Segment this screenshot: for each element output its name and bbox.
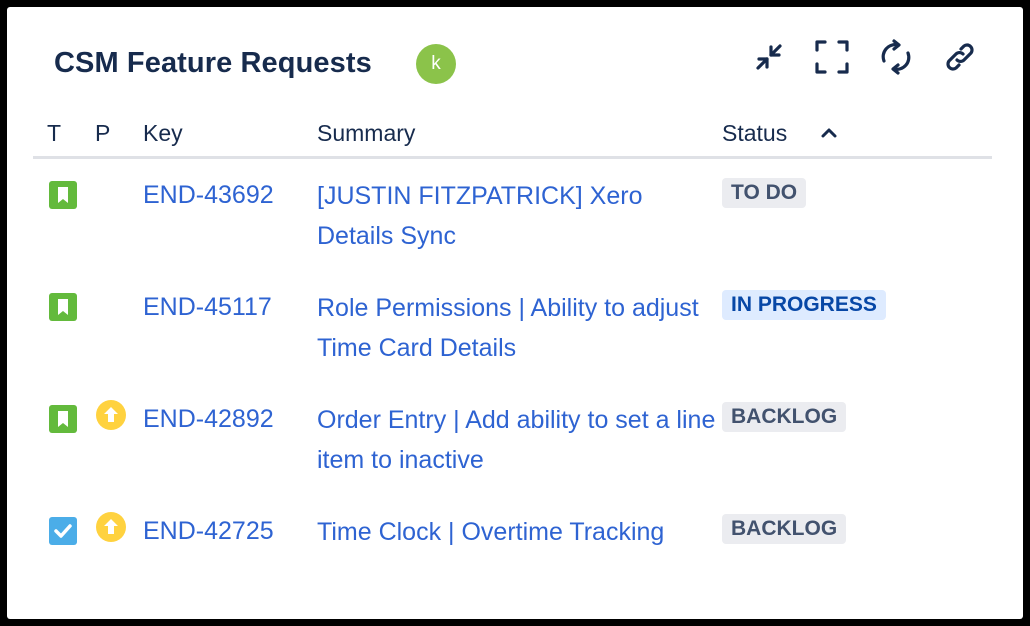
column-header-priority[interactable]: P xyxy=(95,120,110,147)
issue-summary-link[interactable]: Order Entry | Add ability to set a line … xyxy=(317,400,717,480)
table-row: END-43692 [JUSTIN FITZPATRICK] Xero Deta… xyxy=(7,159,1023,271)
story-icon xyxy=(49,181,77,209)
link-icon[interactable] xyxy=(940,37,980,77)
refresh-icon[interactable] xyxy=(876,37,916,77)
table-row: END-42725 Time Clock | Overtime Tracking… xyxy=(7,495,1023,607)
status-badge: BACKLOG xyxy=(722,402,847,432)
status-badge: BACKLOG xyxy=(722,514,847,544)
user-avatar[interactable]: k xyxy=(416,44,456,84)
table-row: END-45117 Role Permissions | Ability to … xyxy=(7,271,1023,383)
table-row: END-42892 Order Entry | Add ability to s… xyxy=(7,383,1023,495)
column-header-key[interactable]: Key xyxy=(143,120,183,147)
issue-key-link[interactable]: END-45117 xyxy=(143,293,272,322)
story-icon xyxy=(49,405,77,433)
task-icon xyxy=(49,517,77,545)
status-badge: TO DO xyxy=(722,178,807,208)
column-header-summary[interactable]: Summary xyxy=(317,120,415,147)
collapse-icon[interactable] xyxy=(749,37,789,77)
issue-key-link[interactable]: END-43692 xyxy=(143,181,274,210)
issue-key-link[interactable]: END-42725 xyxy=(143,517,274,546)
issue-key-link[interactable]: END-42892 xyxy=(143,405,274,434)
issue-summary-link[interactable]: Time Clock | Overtime Tracking xyxy=(317,512,717,552)
column-header-type[interactable]: T xyxy=(47,120,61,147)
gadget-title: CSM Feature Requests xyxy=(54,47,372,79)
fullscreen-icon[interactable] xyxy=(812,37,852,77)
story-icon xyxy=(49,293,77,321)
column-header-status[interactable]: Status xyxy=(722,120,787,147)
gadget-header: CSM Feature Requests k xyxy=(7,7,1023,117)
priority-high-icon xyxy=(96,400,126,430)
issue-summary-link[interactable]: Role Permissions | Ability to adjust Tim… xyxy=(317,288,717,368)
sort-ascending-icon[interactable] xyxy=(819,123,839,143)
gadget-panel: CSM Feature Requests k T P Key Summary S… xyxy=(7,7,1023,619)
status-badge: IN PROGRESS xyxy=(722,290,886,320)
priority-high-icon xyxy=(96,512,126,542)
issue-summary-link[interactable]: [JUSTIN FITZPATRICK] Xero Details Sync xyxy=(317,176,717,256)
